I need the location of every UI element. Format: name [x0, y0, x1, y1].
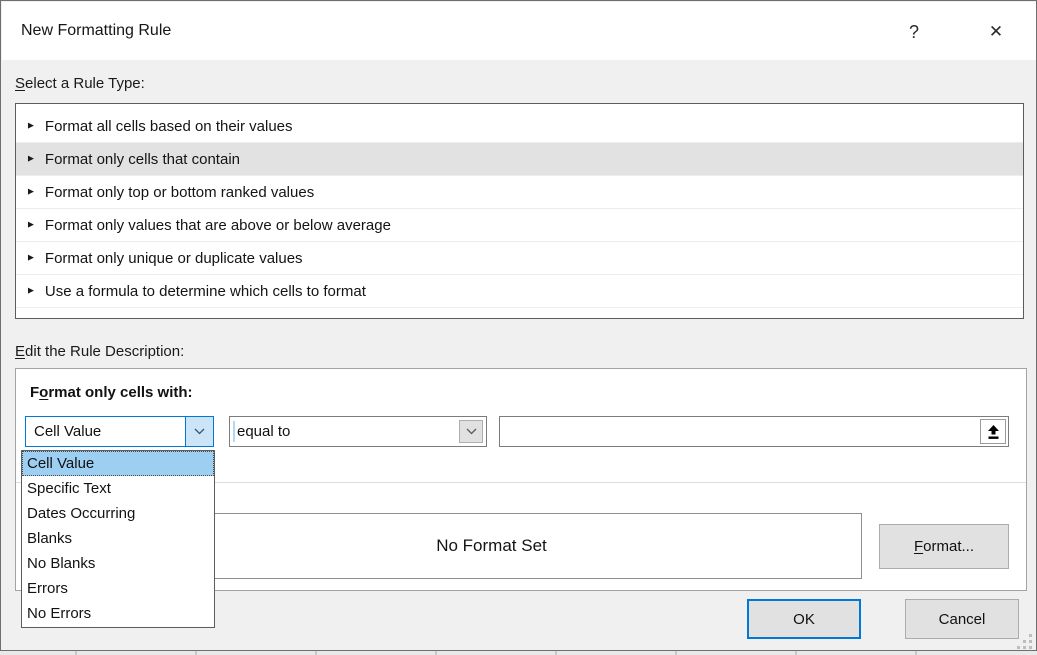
help-icon[interactable]: ?: [896, 14, 932, 50]
arrow-bullet-icon: ►: [26, 186, 36, 197]
rule-type-item-unique-duplicate[interactable]: ► Format only unique or duplicate values: [16, 242, 1023, 275]
cell-value-combobox[interactable]: Cell Value: [25, 416, 214, 447]
new-formatting-rule-dialog: New Formatting Rule ? ✕ Select a Rule Ty…: [0, 0, 1037, 651]
rule-type-item-above-below-average[interactable]: ► Format only values that are above or b…: [16, 209, 1023, 242]
rule-type-item-label: Format only cells that contain: [45, 151, 240, 168]
close-icon[interactable]: ✕: [978, 14, 1014, 50]
operator-combobox-value: equal to: [237, 417, 290, 446]
chevron-down-icon[interactable]: [185, 417, 213, 446]
dropdown-option-no-blanks[interactable]: No Blanks: [22, 551, 214, 576]
condition-value-input[interactable]: [501, 418, 979, 445]
dropdown-option-no-errors[interactable]: No Errors: [22, 601, 214, 626]
text-caret: [233, 421, 235, 442]
arrow-bullet-icon: ►: [26, 153, 36, 164]
cancel-button[interactable]: Cancel: [905, 599, 1019, 639]
dialog-title: New Formatting Rule: [21, 2, 171, 60]
cell-value-combobox-value: Cell Value: [34, 417, 101, 446]
format-only-cells-with-label: Format only cells with:: [30, 384, 193, 401]
title-bar[interactable]: New Formatting Rule ? ✕: [2, 2, 1036, 60]
collapse-dialog-icon[interactable]: [980, 419, 1006, 444]
condition-value-field: [499, 416, 1009, 447]
rule-type-item-cells-that-contain[interactable]: ► Format only cells that contain: [16, 143, 1023, 176]
cell-value-dropdown-list: Cell Value Specific Text Dates Occurring…: [21, 450, 215, 628]
arrow-bullet-icon: ►: [26, 285, 36, 296]
format-button[interactable]: Format...: [879, 524, 1009, 569]
rule-type-item-format-all-cells[interactable]: ► Format all cells based on their values: [16, 110, 1023, 143]
dropdown-option-dates-occurring[interactable]: Dates Occurring: [22, 501, 214, 526]
rule-type-item-use-formula[interactable]: ► Use a formula to determine which cells…: [16, 275, 1023, 308]
dropdown-option-errors[interactable]: Errors: [22, 576, 214, 601]
rule-type-item-label: Format only values that are above or bel…: [45, 217, 391, 234]
chevron-down-icon[interactable]: [459, 420, 483, 443]
rule-type-item-label: Format only unique or duplicate values: [45, 250, 303, 267]
arrow-bullet-icon: ►: [26, 120, 36, 131]
format-preview-text: No Format Set: [436, 536, 547, 556]
arrow-bullet-icon: ►: [26, 219, 36, 230]
rule-type-item-label: Use a formula to determine which cells t…: [45, 283, 366, 300]
resize-grip[interactable]: [1017, 634, 1035, 652]
format-preview: No Format Set: [121, 513, 862, 579]
dropdown-option-blanks[interactable]: Blanks: [22, 526, 214, 551]
worksheet-behind-dialog: [0, 651, 1037, 655]
arrow-bullet-icon: ►: [26, 252, 36, 263]
rule-type-item-label: Format all cells based on their values: [45, 118, 293, 135]
ok-button[interactable]: OK: [747, 599, 861, 639]
dropdown-option-cell-value[interactable]: Cell Value: [22, 451, 214, 476]
dropdown-option-specific-text[interactable]: Specific Text: [22, 476, 214, 501]
edit-rule-description-label: Edit the Rule Description:: [15, 343, 184, 360]
operator-combobox[interactable]: equal to: [229, 416, 487, 447]
select-rule-type-label: Select a Rule Type:: [15, 75, 145, 92]
rule-type-item-top-bottom-ranked[interactable]: ► Format only top or bottom ranked value…: [16, 176, 1023, 209]
rule-type-listbox: ► Format all cells based on their values…: [15, 103, 1024, 319]
rule-type-item-label: Format only top or bottom ranked values: [45, 184, 314, 201]
